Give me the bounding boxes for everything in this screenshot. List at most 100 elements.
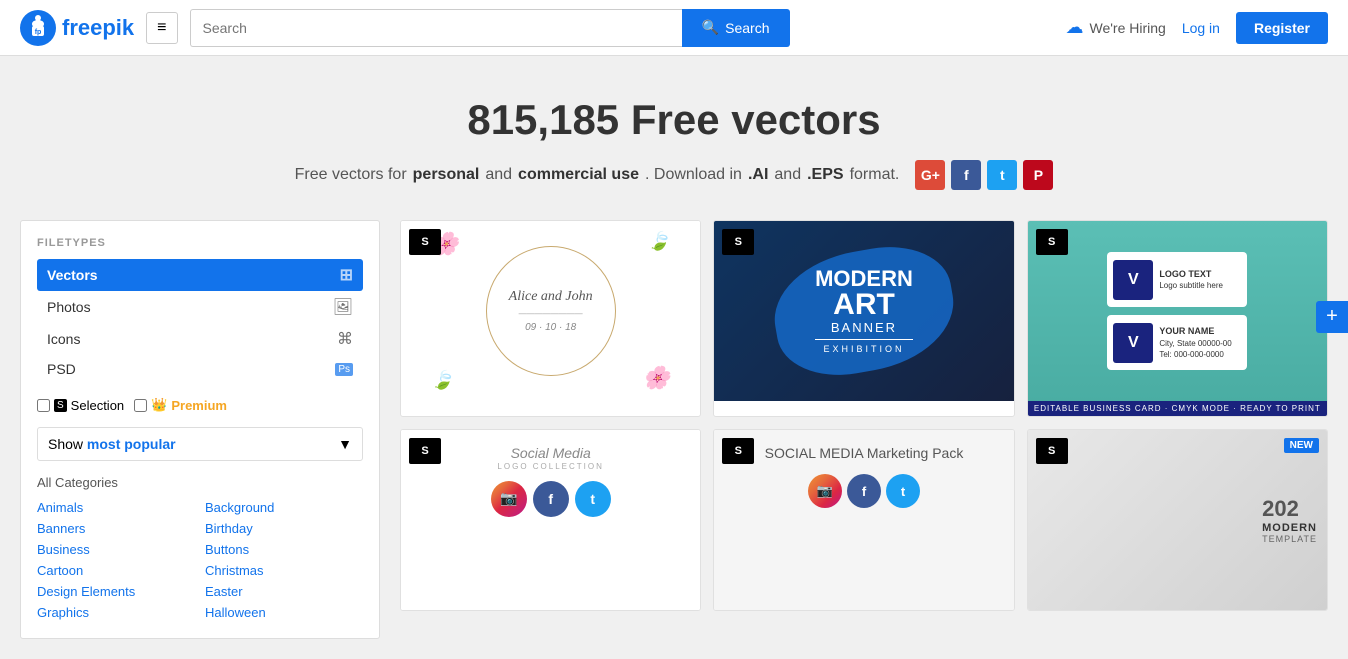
svg-text:fp: fp xyxy=(35,29,42,36)
google-plus-icon[interactable]: G+ xyxy=(915,160,945,190)
image-card-3[interactable]: S V LOGO TEXT Logo subtitle here xyxy=(1027,220,1328,417)
filetype-photos[interactable]: Photos 🖼 xyxy=(37,291,363,323)
filetypes-title: FILETYPES xyxy=(37,237,363,249)
logo-icon: fp xyxy=(20,10,56,46)
social-title: Social Media xyxy=(511,445,591,462)
filetype-vectors[interactable]: Vectors ⊞ xyxy=(37,259,363,291)
biz-card-top: V LOGO TEXT Logo subtitle here xyxy=(1107,252,1247,307)
crown-icon: 👑 xyxy=(151,397,167,413)
cat-buttons[interactable]: Buttons xyxy=(205,540,363,559)
social-icons-row: 📷 f t xyxy=(491,481,611,517)
cat-business[interactable]: Business xyxy=(37,540,195,559)
premium-filter[interactable]: 👑 Premium xyxy=(134,397,227,413)
cat-easter[interactable]: Easter xyxy=(205,582,363,601)
selection-badge: S xyxy=(54,399,67,412)
images-grid: S 🌸 🍃 🍃 🌸 Alice and John ———————— 09 · 1… xyxy=(400,220,1328,611)
categories-grid: Animals Background Banners Birthday Busi… xyxy=(37,498,363,622)
register-button[interactable]: Register xyxy=(1236,12,1328,44)
cat-animals[interactable]: Animals xyxy=(37,498,195,517)
filter-row: S Selection 👑 Premium xyxy=(37,397,363,413)
card-image-1: 🌸 🍃 🍃 🌸 Alice and John ———————— 09 · 10 … xyxy=(401,221,700,401)
mkt-tw-icon: t xyxy=(886,474,920,508)
image-card-5[interactable]: S SOCIAL MEDIA Marketing Pack 📷 f t xyxy=(713,429,1014,611)
all-categories-link[interactable]: All Categories xyxy=(37,475,363,490)
premium-checkbox[interactable] xyxy=(134,399,147,412)
card-image-4: Social Media LOGO COLLECTION 📷 f t xyxy=(401,430,700,610)
search-input[interactable] xyxy=(190,9,682,47)
flower-deco-br: 🌸 xyxy=(643,365,670,391)
marketing-title: SOCIAL MEDIA Marketing Pack xyxy=(765,445,964,461)
image-card-6[interactable]: S NEW 202 MODERN TEMPLATE xyxy=(1027,429,1328,611)
main-layout: FILETYPES Vectors ⊞ Photos 🖼 Icons ⌘ PSD… xyxy=(0,220,1348,659)
art-modern-text: MODERN xyxy=(815,268,913,290)
pinterest-icon[interactable]: P xyxy=(1023,160,1053,190)
creative-text: 202 MODERN TEMPLATE xyxy=(1262,496,1317,544)
card-badge-5: S xyxy=(722,438,754,464)
hero-title: 815,185 Free vectors xyxy=(20,96,1328,144)
floral-ring: Alice and John ———————— 09 · 10 · 18 xyxy=(486,246,616,376)
mkt-fb-icon: f xyxy=(847,474,881,508)
selection-filter[interactable]: S Selection xyxy=(37,398,124,413)
art-text-block: MODERN ART BANNER EXHIBITION xyxy=(815,268,913,354)
card-badge-2: S xyxy=(722,229,754,255)
cat-birthday[interactable]: Birthday xyxy=(205,519,363,538)
chevron-down-icon: ▼ xyxy=(338,436,352,452)
card-badge-6: S xyxy=(1036,438,1068,464)
marketing-icons: 📷 f t xyxy=(808,474,920,508)
new-badge: NEW xyxy=(1284,438,1319,453)
card-image-5: SOCIAL MEDIA Marketing Pack 📷 f t xyxy=(714,430,1013,610)
flower-deco-bl: 🍃 xyxy=(431,370,453,391)
creative-template: TEMPLATE xyxy=(1262,534,1317,544)
floral-title: Alice and John xyxy=(509,289,593,305)
image-card-2[interactable]: S MODERN ART BANNER EXHIBITION xyxy=(713,220,1014,417)
art-art-text: ART xyxy=(815,290,913,320)
plus-button[interactable]: + xyxy=(1316,301,1348,333)
header: fp freepik ≡ 🔍 Search ☁ We're Hiring Log… xyxy=(0,0,1348,56)
content-area: S 🌸 🍃 🍃 🌸 Alice and John ———————— 09 · 1… xyxy=(400,220,1328,639)
card-image-2: MODERN ART BANNER EXHIBITION xyxy=(714,221,1013,401)
categories-section: All Categories Animals Background Banner… xyxy=(37,475,363,622)
biz-card-bottom-white: V YOUR NAME City, State 00000-00 Tel: 00… xyxy=(1107,315,1247,370)
cat-banners[interactable]: Banners xyxy=(37,519,195,538)
cat-christmas[interactable]: Christmas xyxy=(205,561,363,580)
cloud-icon: ☁ xyxy=(1065,17,1083,38)
photos-icon: 🖼 xyxy=(333,297,353,317)
selection-checkbox[interactable] xyxy=(37,399,50,412)
logo-link[interactable]: fp freepik xyxy=(20,10,134,46)
image-card-1[interactable]: S 🌸 🍃 🍃 🌸 Alice and John ———————— 09 · 1… xyxy=(400,220,701,417)
card-badge-3: S xyxy=(1036,229,1068,255)
show-popular-dropdown[interactable]: Show most popular ▼ xyxy=(37,427,363,461)
facebook-icon[interactable]: f xyxy=(951,160,981,190)
cat-background[interactable]: Background xyxy=(205,498,363,517)
cat-design-elements[interactable]: Design Elements xyxy=(37,582,195,601)
cat-cartoon[interactable]: Cartoon xyxy=(37,561,195,580)
filetype-icons[interactable]: Icons ⌘ xyxy=(37,323,363,355)
hero-section: 815,185 Free vectors Free vectors for pe… xyxy=(0,56,1348,220)
logo-text: freepik xyxy=(62,15,134,41)
card-badge-4: S xyxy=(409,438,441,464)
card-image-3: V LOGO TEXT Logo subtitle here V xyxy=(1028,221,1327,401)
social-share-icons: G+ f t P xyxy=(915,160,1053,190)
cat-graphics[interactable]: Graphics xyxy=(37,603,195,622)
art-exhibition-text: EXHIBITION xyxy=(815,339,913,354)
image-card-4[interactable]: S Social Media LOGO COLLECTION 📷 f t xyxy=(400,429,701,611)
menu-button[interactable]: ≡ xyxy=(146,12,177,44)
cat-halloween[interactable]: Halloween xyxy=(205,603,363,622)
biz-your-name: YOUR NAME City, State 00000-00 Tel: 000-… xyxy=(1159,325,1231,360)
filetype-psd[interactable]: PSD Ps xyxy=(37,355,363,383)
login-link[interactable]: Log in xyxy=(1182,20,1220,36)
floral-divider: ———————— xyxy=(519,309,583,318)
hiring-link[interactable]: ☁ We're Hiring xyxy=(1065,17,1165,38)
flower-deco-tr: 🍃 xyxy=(648,231,670,252)
header-right: ☁ We're Hiring Log in Register xyxy=(1065,12,1328,44)
creative-modern: MODERN xyxy=(1262,522,1317,534)
search-button[interactable]: 🔍 Search xyxy=(682,9,790,47)
art-banner-text: BANNER xyxy=(815,320,913,335)
twitter-icon[interactable]: t xyxy=(987,160,1017,190)
hero-subtitle: Free vectors for personal and commercial… xyxy=(20,160,1328,190)
twitter-logo: t xyxy=(575,481,611,517)
card-image-6: 202 MODERN TEMPLATE xyxy=(1028,430,1327,610)
search-icon: 🔍 xyxy=(702,19,719,36)
floral-date: 09 · 10 · 18 xyxy=(525,322,576,333)
vectors-icon: ⊞ xyxy=(340,265,353,285)
